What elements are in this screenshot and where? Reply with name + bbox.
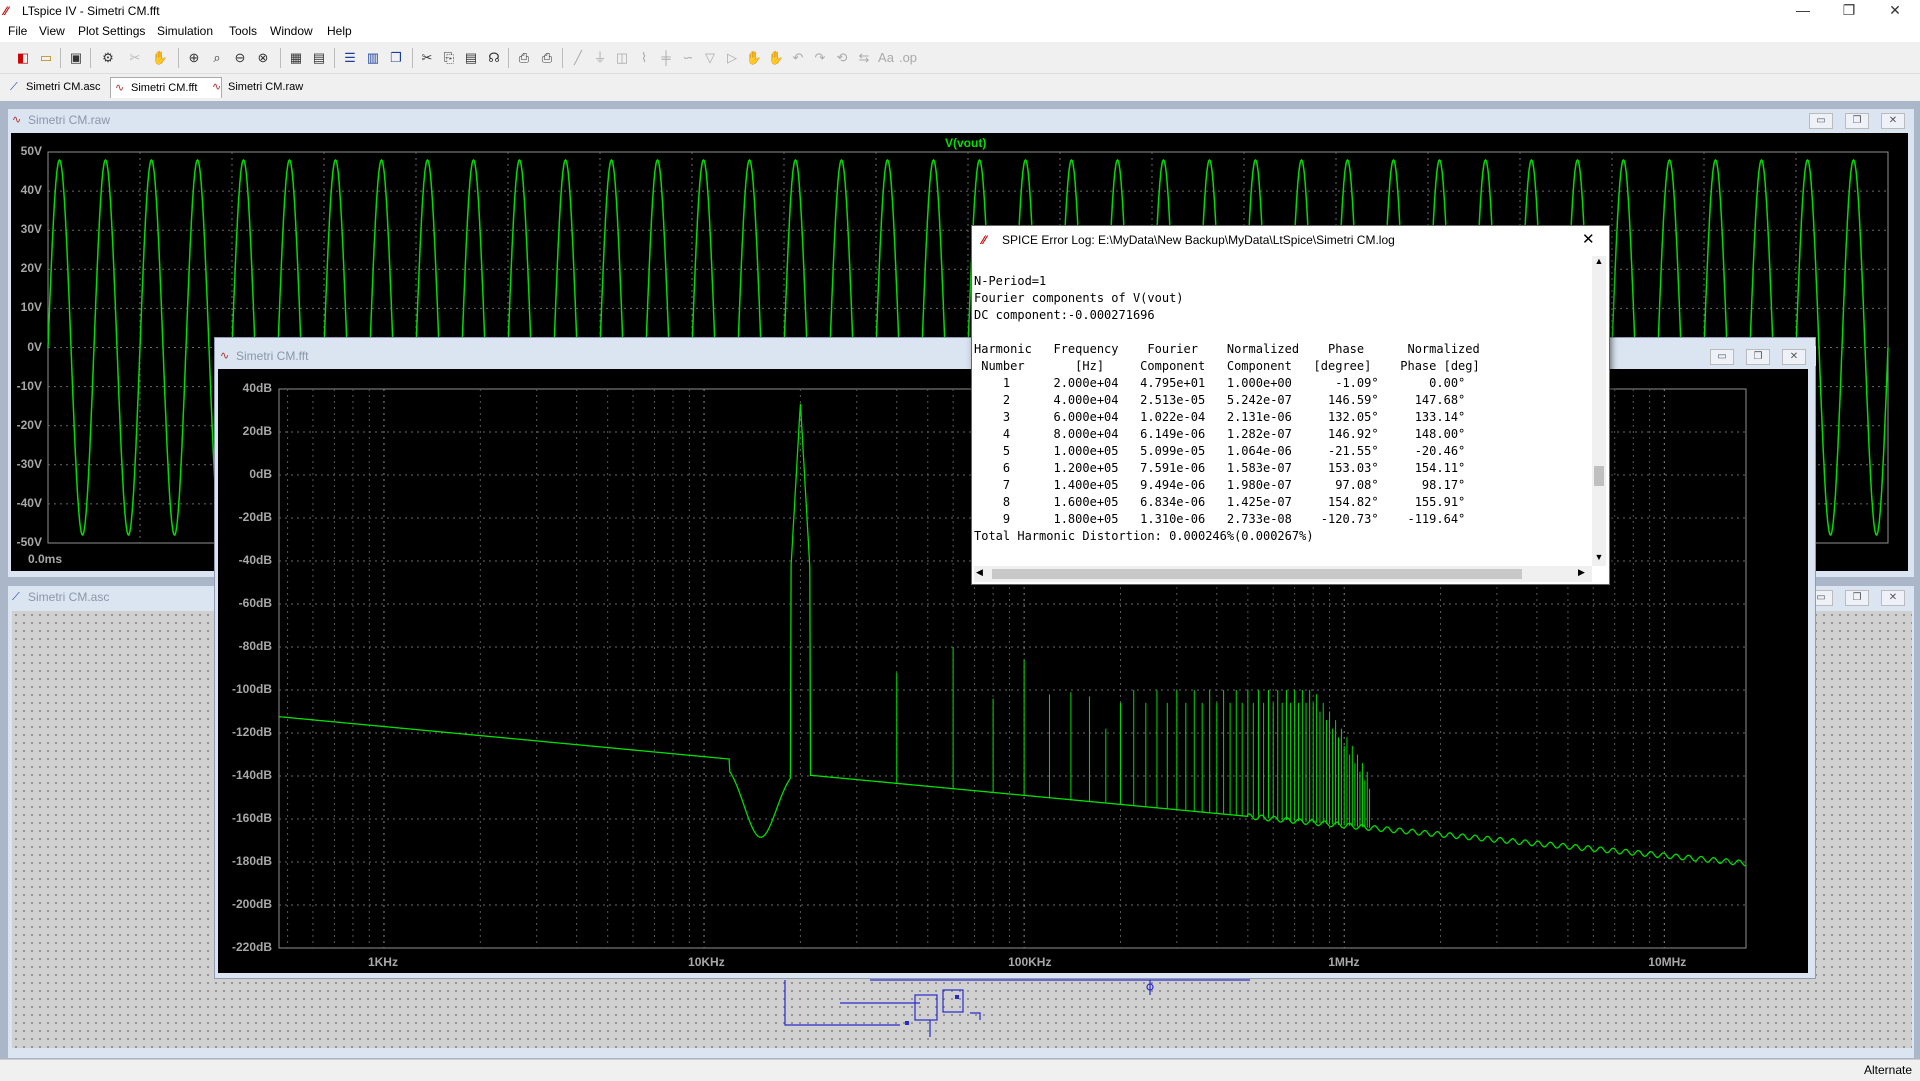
scroll-left-icon[interactable]: ◀: [976, 567, 983, 578]
fft-y-tick-label: -100dB: [231, 682, 272, 696]
fft-y-tick-label: -60dB: [238, 596, 272, 610]
log-line: 4 8.000e+04 6.149e-06 1.282e-07 146.92° …: [974, 427, 1466, 441]
log-line: N-Period=1: [974, 274, 1047, 288]
log-text[interactable]: N-Period=1 Fourier components of V(vout) D…: [974, 256, 1590, 566]
scroll-thumb[interactable]: [992, 569, 1522, 579]
scroll-thumb[interactable]: [1594, 466, 1604, 486]
log-line: DC component:-0.000271696: [974, 308, 1155, 322]
fft-x-tick-label: 10MHz: [1648, 955, 1687, 969]
log-line: 7 1.400e+05 9.494e-06 1.980e-07 97.08° 9…: [974, 478, 1466, 492]
status-bar: [0, 1059, 1920, 1081]
fft-y-tick-label: 40dB: [242, 381, 272, 395]
log-line: 2 4.000e+04 2.513e-05 5.242e-07 146.59° …: [974, 393, 1466, 407]
log-line: 3 6.000e+04 1.022e-04 2.131e-06 132.05° …: [974, 410, 1466, 424]
fft-plot-svg: [278, 388, 1747, 949]
log-line: Number [Hz] Component Component [degree]…: [974, 359, 1480, 373]
log-line: 8 1.600e+05 6.834e-06 1.425e-07 154.82° …: [974, 495, 1466, 509]
fft-y-tick-label: -220dB: [231, 940, 272, 954]
log-line: Fourier components of V(vout): [974, 291, 1184, 305]
fft-y-tick-label: -180dB: [231, 854, 272, 868]
fft-y-tick-label: -120dB: [231, 725, 272, 739]
fft-y-tick-label: -80dB: [238, 639, 272, 653]
log-line: 9 1.800e+05 1.310e-06 2.733e-08 -120.73°…: [974, 512, 1466, 526]
log-titlebar[interactable]: ⁄⁄ SPICE Error Log: E:\MyData\New Backup…: [972, 226, 1609, 256]
fft-x-tick-label: 10KHz: [688, 955, 725, 969]
log-line: Harmonic Frequency Fourier Normalized Ph…: [974, 342, 1480, 356]
fft-harmonics: [896, 647, 1371, 828]
fft-y-tick-label: 20dB: [242, 424, 272, 438]
fft-x-tick-label: 100KHz: [1008, 955, 1052, 969]
fft-y-tick-label: -20dB: [238, 510, 272, 524]
scroll-down-icon[interactable]: ▼: [1592, 552, 1606, 562]
fft-x-tick-label: 1MHz: [1328, 955, 1360, 969]
fft-y-tick-label: -40dB: [238, 553, 272, 567]
log-window-title: SPICE Error Log: E:\MyData\New Backup\My…: [1002, 233, 1395, 247]
log-line: 5 1.000e+05 5.099e-05 1.064e-06 -21.55° …: [974, 444, 1466, 458]
scroll-up-icon[interactable]: ▲: [1592, 256, 1606, 266]
log-line: 1 2.000e+04 4.795e+01 1.000e+00 -1.09° 0…: [974, 376, 1466, 390]
spice-error-log-window: ⁄⁄ SPICE Error Log: E:\MyData\New Backup…: [971, 225, 1610, 585]
log-close-button[interactable]: ✕: [1582, 226, 1595, 254]
fft-y-tick-label: 0dB: [249, 467, 272, 481]
fft-y-tick-label: -160dB: [231, 811, 272, 825]
scroll-right-icon[interactable]: ▶: [1578, 567, 1585, 578]
log-horizontal-scrollbar[interactable]: ◀ ▶: [974, 566, 1592, 582]
log-vertical-scrollbar[interactable]: ▲ ▼: [1592, 256, 1606, 566]
log-line: Total Harmonic Distortion: 0.000246%(0.0…: [974, 529, 1314, 543]
fft-y-tick-label: -140dB: [231, 768, 272, 782]
log-line: 6 1.200e+05 7.591e-06 1.583e-07 153.03° …: [974, 461, 1466, 475]
fft-y-tick-label: -200dB: [231, 897, 272, 911]
status-mode: Alternate: [1864, 1063, 1913, 1077]
fft-x-tick-label: 1KHz: [367, 955, 398, 969]
ltspice-logo-icon: ⁄⁄: [982, 233, 987, 247]
